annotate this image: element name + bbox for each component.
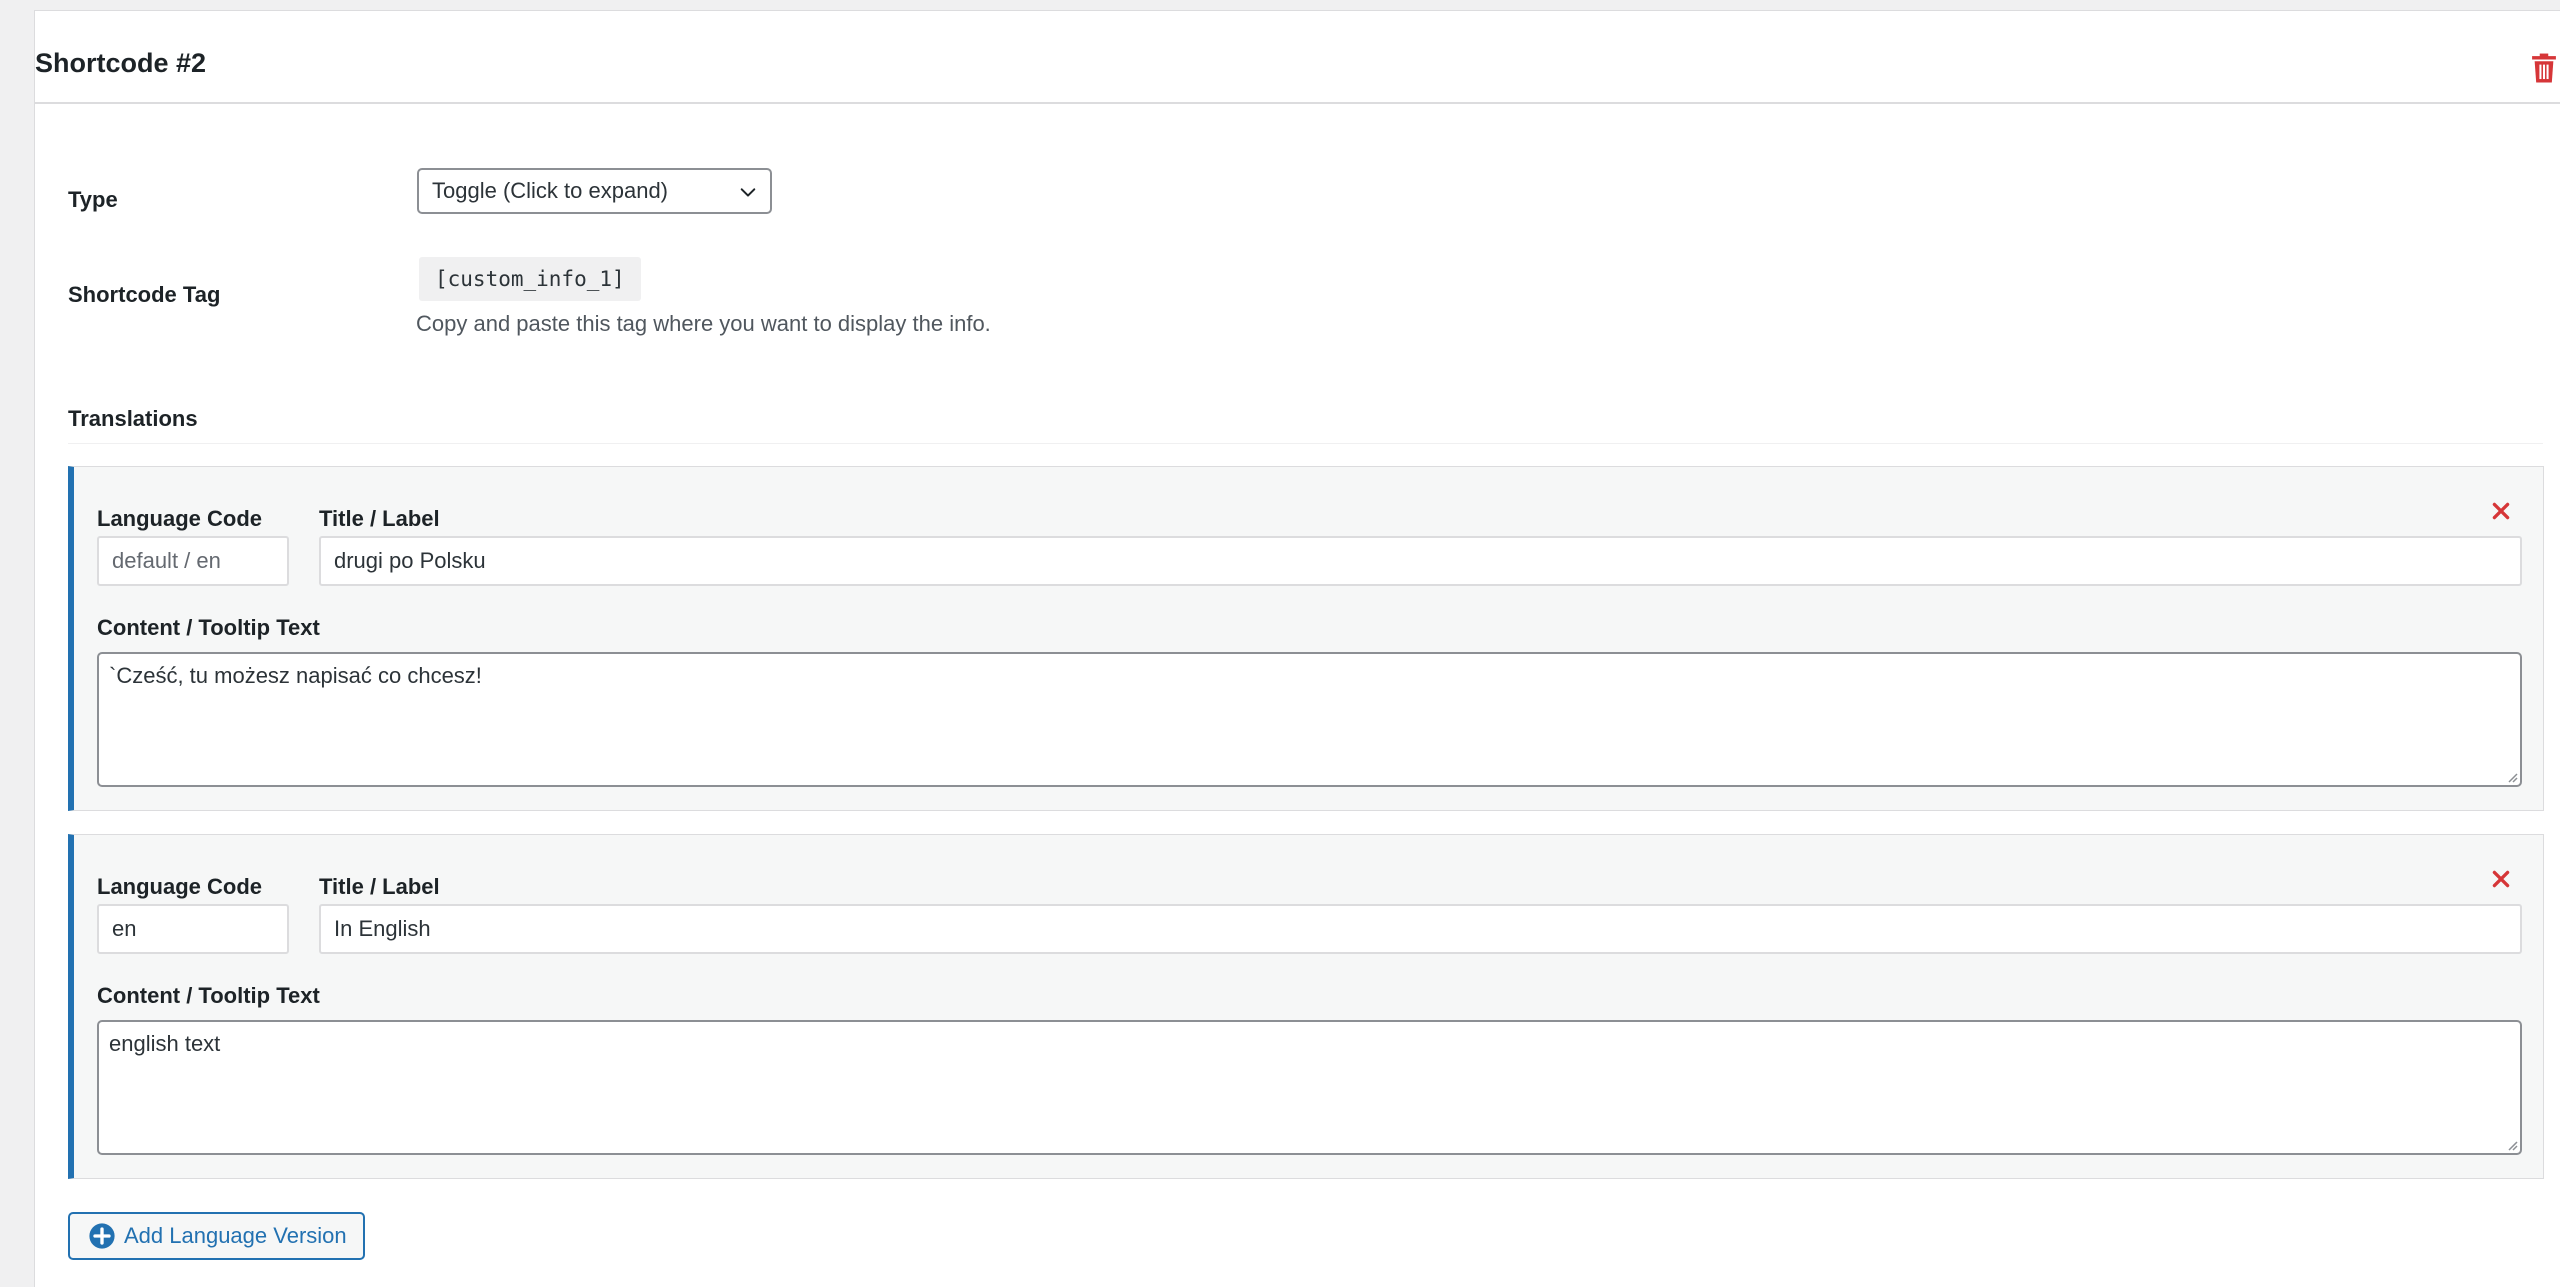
remove-translation-button[interactable] (2490, 868, 2512, 890)
content-label: Content / Tooltip Text (97, 615, 320, 640)
remove-translation-button[interactable] (2490, 500, 2512, 522)
resize-grip-icon[interactable] (2503, 768, 2519, 784)
panel-header: Shortcode #2 (35, 11, 2560, 104)
type-select[interactable]: Toggle (Click to expand) (417, 168, 772, 214)
type-label: Type (68, 187, 118, 212)
plus-circle-icon (89, 1223, 115, 1249)
translation-card: Language Code Title / Label en In Englis… (68, 834, 2544, 1179)
page-title: Shortcode #2 (35, 48, 207, 78)
title-label: Title / Label (319, 506, 440, 531)
shortcode-tag-code[interactable]: [custom_info_1] (419, 257, 641, 301)
title-label: Title / Label (319, 874, 440, 899)
content-textarea[interactable]: english text (97, 1020, 2522, 1155)
translations-heading: Translations (68, 406, 198, 431)
content-textarea-value: `Cześć, tu możesz napisać co chcesz! (109, 663, 482, 688)
translation-card: Language Code Title / Label default / en… (68, 466, 2544, 811)
translations-divider (68, 443, 2543, 444)
shortcode-panel: Shortcode #2 Type Toggle (Click to expan… (34, 10, 2560, 1287)
trash-icon (2532, 53, 2556, 83)
language-code-input[interactable]: default / en (97, 536, 289, 586)
language-code-input[interactable]: en (97, 904, 289, 954)
content-textarea[interactable]: `Cześć, tu możesz napisać co chcesz! (97, 652, 2522, 787)
add-language-version-button[interactable]: Add Language Version (68, 1212, 365, 1260)
language-code-label: Language Code (97, 874, 263, 899)
type-select-value: Toggle (Click to expand) (432, 178, 669, 203)
content-label: Content / Tooltip Text (97, 983, 320, 1008)
title-input[interactable]: drugi po Polsku (319, 536, 2522, 586)
shortcode-editor: Shortcode #2 Type Toggle (Click to expan… (0, 0, 2560, 1287)
chevron-down-icon (740, 188, 756, 197)
add-language-version-label: Add Language Version (124, 1223, 347, 1248)
resize-grip-icon[interactable] (2503, 1136, 2519, 1152)
delete-shortcode-button[interactable] (2527, 51, 2560, 85)
content-textarea-value: english text (109, 1031, 221, 1056)
language-code-label: Language Code (97, 506, 263, 531)
shortcode-tag-label: Shortcode Tag (68, 282, 221, 307)
title-input[interactable]: In English (319, 904, 2522, 954)
shortcode-tag-hint: Copy and paste this tag where you want t… (416, 311, 991, 336)
